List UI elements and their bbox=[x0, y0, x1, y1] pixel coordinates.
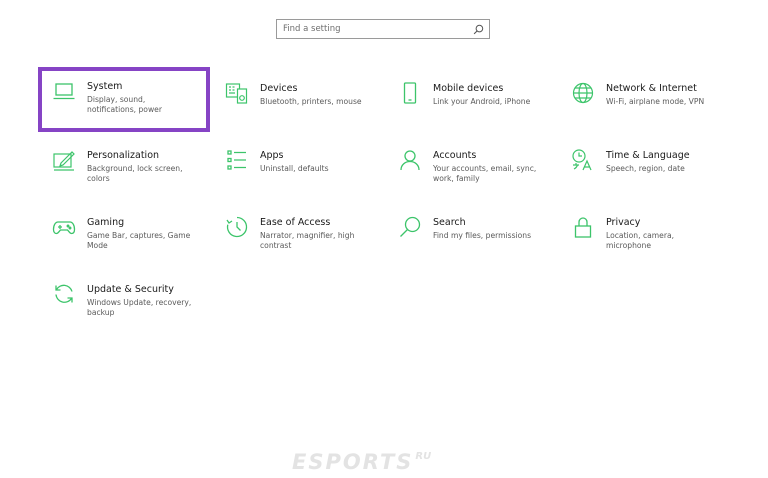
tile-description: Wi-Fi, airplane mode, VPN bbox=[606, 97, 705, 106]
tile-description: Game Bar, captures, Game Mode bbox=[87, 231, 191, 250]
esports-watermark: ESPORTS RU bbox=[292, 450, 482, 474]
tile-title: Search bbox=[433, 217, 466, 228]
tile-description: Location, camera, microphone bbox=[606, 231, 675, 250]
tile-mobile-devices[interactable]: Mobile devices Link your Android, iPhone bbox=[388, 73, 548, 127]
tile-title: Network & Internet bbox=[606, 83, 697, 94]
tile-title: Mobile devices bbox=[433, 83, 504, 94]
search-icon bbox=[398, 215, 422, 239]
tile-accounts[interactable]: Accounts Your accounts, email, sync, wor… bbox=[388, 140, 548, 194]
phone-icon bbox=[398, 81, 422, 105]
tile-description: Narrator, magnifier, high contrast bbox=[260, 231, 355, 250]
tile-title: Apps bbox=[260, 150, 284, 161]
ease-of-access-icon bbox=[225, 215, 249, 239]
tile-system[interactable]: System Display, sound, notifications, po… bbox=[38, 67, 210, 132]
lock-icon bbox=[571, 215, 595, 239]
tile-description: Find my files, permissions bbox=[433, 231, 532, 240]
tile-apps[interactable]: Apps Uninstall, defaults bbox=[215, 140, 375, 194]
devices-icon bbox=[225, 81, 249, 105]
tile-devices[interactable]: Devices Bluetooth, printers, mouse bbox=[215, 73, 375, 127]
tile-description: Display, sound, notifications, power bbox=[87, 95, 162, 114]
tile-network-internet[interactable]: Network & Internet Wi-Fi, airplane mode,… bbox=[561, 73, 721, 127]
time-language-icon bbox=[571, 148, 595, 172]
tile-update-security[interactable]: Update & Security Windows Update, recove… bbox=[42, 274, 202, 328]
tile-gaming[interactable]: Gaming Game Bar, captures, Game Mode bbox=[42, 207, 202, 261]
tile-title: Gaming bbox=[87, 217, 125, 228]
tile-description: Windows Update, recovery, backup bbox=[87, 298, 192, 317]
tile-description: Uninstall, defaults bbox=[260, 164, 329, 173]
tile-title: Ease of Access bbox=[260, 217, 331, 228]
tile-title: Update & Security bbox=[87, 284, 174, 295]
tile-title: Accounts bbox=[433, 150, 477, 161]
tile-description: Bluetooth, printers, mouse bbox=[260, 97, 362, 106]
tile-description: Link your Android, iPhone bbox=[433, 97, 531, 106]
globe-icon bbox=[571, 81, 595, 105]
tile-search[interactable]: Search Find my files, permissions bbox=[388, 207, 548, 261]
tile-ease-of-access[interactable]: Ease of Access Narrator, magnifier, high… bbox=[215, 207, 375, 261]
person-icon bbox=[398, 148, 422, 172]
paint-icon bbox=[52, 148, 76, 172]
tile-title: Time & Language bbox=[606, 150, 690, 161]
tile-description: Speech, region, date bbox=[606, 164, 685, 173]
tile-personalization[interactable]: Personalization Background, lock screen,… bbox=[42, 140, 202, 194]
settings-grid: System Display, sound, notifications, po… bbox=[0, 0, 768, 340]
tile-description: Your accounts, email, sync, work, family bbox=[433, 164, 537, 183]
apps-list-icon bbox=[225, 148, 249, 172]
watermark-suffix: RU bbox=[415, 451, 432, 462]
laptop-icon bbox=[52, 79, 76, 103]
tile-title: System bbox=[87, 81, 123, 92]
tile-privacy[interactable]: Privacy Location, camera, microphone bbox=[561, 207, 721, 261]
tile-title: Personalization bbox=[87, 150, 160, 161]
watermark-text: ESPORTS bbox=[292, 450, 414, 474]
tile-description: Background, lock screen, colors bbox=[87, 164, 183, 183]
tile-title: Privacy bbox=[606, 217, 641, 228]
gamepad-icon bbox=[52, 215, 76, 239]
tile-title: Devices bbox=[260, 83, 298, 94]
update-icon bbox=[52, 282, 76, 306]
tile-time-language[interactable]: Time & Language Speech, region, date bbox=[561, 140, 721, 194]
